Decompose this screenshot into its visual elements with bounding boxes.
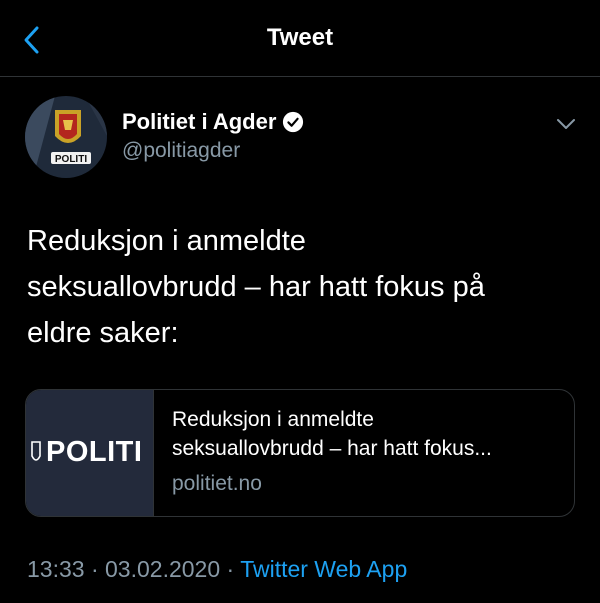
police-emblem-icon: [31, 441, 41, 461]
author-handle[interactable]: @politiagder: [122, 139, 240, 163]
verified-badge-icon: [283, 111, 304, 133]
tweet-text-line: Reduksjon i anmeldte: [27, 225, 306, 257]
author-name-row: Politiet i Agder: [122, 109, 304, 135]
link-card-domain: politiet.no: [172, 472, 262, 495]
top-bar: Tweet: [0, 0, 600, 77]
link-card-title-line: seksuallovbrudd – har hatt fokus...: [172, 437, 492, 460]
tweet-date: 03.02.2020: [105, 556, 221, 582]
meta-separator: ·: [226, 556, 235, 582]
link-card-title-line: Reduksjon i anmeldte: [172, 408, 374, 431]
avatar-label: POLITI: [55, 154, 87, 165]
page-title: Tweet: [266, 24, 334, 51]
link-card-title: Reduksjon i anmeldte seksuallovbrudd – h…: [172, 405, 564, 463]
tweet-text: Reduksjon i anmeldte seksuallovbrudd – h…: [27, 218, 577, 356]
link-card-thumbnail-text: POLITI: [46, 436, 143, 468]
link-card-body: Reduksjon i anmeldte seksuallovbrudd – h…: [172, 405, 564, 498]
tweet-time: 13:33: [27, 556, 85, 582]
author-display-name[interactable]: Politiet i Agder: [122, 109, 276, 135]
avatar[interactable]: POLITI: [25, 96, 107, 178]
link-card[interactable]: POLITI Reduksjon i anmeldte seksuallovbr…: [25, 389, 575, 517]
more-options-button[interactable]: [553, 111, 579, 137]
link-card-thumbnail: POLITI: [26, 390, 154, 516]
tweet-meta: 13:33 · 03.02.2020 · Twitter Web App: [27, 556, 407, 583]
meta-separator: ·: [90, 556, 99, 582]
tweet-text-line: seksuallovbrudd – har hatt fokus på: [27, 271, 485, 303]
tweet-source-link[interactable]: Twitter Web App: [240, 556, 407, 582]
tweet-text-line: eldre saker:: [27, 317, 179, 349]
chevron-down-icon: [557, 119, 575, 129]
